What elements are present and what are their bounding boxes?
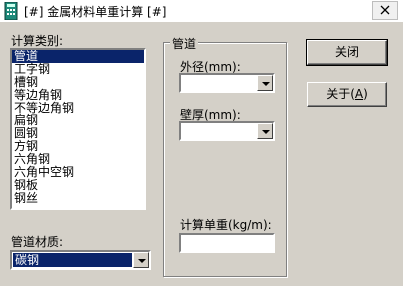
- chevron-down-icon: [262, 82, 270, 86]
- material-label: 管道材质:: [11, 235, 64, 249]
- wall-thickness-value: [182, 124, 256, 138]
- category-list-item[interactable]: 钢板: [12, 178, 144, 192]
- window-close-button[interactable]: [372, 1, 398, 20]
- outer-diameter-select[interactable]: [179, 73, 275, 93]
- unit-weight-field[interactable]: [179, 233, 275, 253]
- pipe-groupbox-title: 管道: [170, 35, 199, 52]
- chevron-down-icon: [262, 130, 270, 134]
- category-label: 计算类别:: [11, 34, 64, 48]
- about-button-accelerator: A: [354, 87, 364, 101]
- close-icon: [380, 5, 390, 15]
- wall-thickness-dropdown-button[interactable]: [257, 123, 273, 139]
- about-button-label-suffix: ): [363, 87, 368, 101]
- about-button[interactable]: 关于(A): [307, 82, 387, 107]
- material-select-value: 碳钢: [13, 253, 132, 267]
- category-list-item[interactable]: 等边角钢: [12, 88, 144, 102]
- category-list-item[interactable]: 钢丝: [12, 191, 144, 205]
- chevron-down-icon: [138, 259, 146, 263]
- category-list-item[interactable]: 工字钢: [12, 62, 144, 76]
- category-list-item[interactable]: 管道: [12, 50, 144, 63]
- material-dropdown-button[interactable]: [133, 252, 149, 268]
- material-select[interactable]: 碳钢: [10, 250, 151, 270]
- unit-weight-label: 计算单重(kg/m):: [180, 218, 272, 232]
- wall-thickness-select[interactable]: [179, 121, 275, 141]
- outer-diameter-dropdown-button[interactable]: [257, 75, 273, 91]
- about-button-label-prefix: 关于(: [326, 87, 355, 101]
- outer-diameter-value: [182, 76, 256, 90]
- category-listbox[interactable]: 管道 工字钢 槽钢 等边角钢 不等边角钢 扁钢 圆钢 方钢 六角钢 六角中空钢 钢板 钢丝: [10, 48, 146, 210]
- title-bar[interactable]: [#] 金属材料单重计算 [#]: [0, 0, 403, 22]
- category-list-item[interactable]: 槽钢: [12, 75, 144, 89]
- window-title: [#] 金属材料单重计算 [#]: [24, 5, 167, 19]
- calculator-app-icon: [4, 1, 18, 21]
- category-list-item[interactable]: 六角中空钢: [12, 166, 144, 179]
- close-button[interactable]: 关闭: [306, 39, 388, 66]
